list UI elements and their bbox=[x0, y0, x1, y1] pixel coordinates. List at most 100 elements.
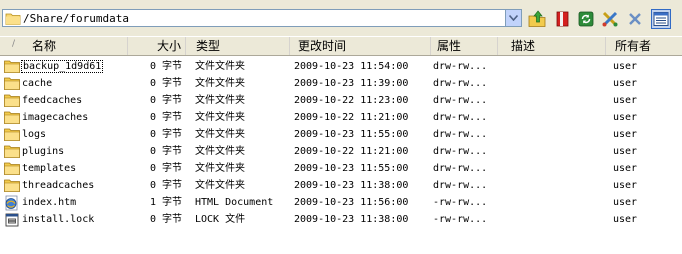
path-dropdown-button[interactable] bbox=[505, 10, 521, 26]
file-modified: 2009-10-22 11:21:00 bbox=[294, 112, 409, 123]
folder-icon bbox=[4, 59, 20, 73]
list-item[interactable]: index.htm 1 字节 HTML Document 2009-10-23 … bbox=[0, 194, 682, 211]
file-size: 1 字节 bbox=[149, 197, 182, 208]
list-item[interactable]: backup_1d9d61 0 字节 文件文件夹 2009-10-23 11:5… bbox=[0, 58, 682, 75]
file-size: 0 字节 bbox=[149, 180, 182, 191]
column-attributes[interactable]: 属性 bbox=[431, 37, 498, 55]
file-type: 文件文件夹 bbox=[195, 61, 245, 72]
list-item[interactable]: threadcaches 0 字节 文件文件夹 2009-10-23 11:38… bbox=[0, 177, 682, 194]
folder-icon bbox=[4, 161, 20, 175]
delete-icon bbox=[629, 13, 641, 25]
folder-icon bbox=[4, 93, 20, 107]
refresh-button[interactable] bbox=[576, 9, 596, 29]
file-type: 文件文件夹 bbox=[195, 146, 245, 157]
folder-icon bbox=[4, 144, 20, 158]
file-owner: user bbox=[613, 95, 638, 106]
file-modified: 2009-10-23 11:39:00 bbox=[294, 78, 409, 89]
file-owner: user bbox=[613, 146, 638, 157]
folder-icon bbox=[4, 76, 20, 90]
path-text: /Share/forumdata bbox=[23, 12, 129, 25]
file-modified: 2009-10-22 11:21:00 bbox=[294, 146, 409, 157]
file-attributes: drw-rw... bbox=[433, 61, 488, 72]
file-attributes: drw-rw... bbox=[433, 163, 488, 174]
list-item[interactable]: imagecaches 0 字节 文件文件夹 2009-10-22 11:21:… bbox=[0, 109, 682, 126]
tools-button[interactable] bbox=[600, 9, 620, 29]
column-description[interactable]: 描述 bbox=[498, 37, 606, 55]
file-type: 文件文件夹 bbox=[195, 78, 245, 89]
file-type: LOCK 文件 bbox=[195, 214, 246, 225]
file-name: feedcaches bbox=[22, 95, 83, 106]
file-modified: 2009-10-22 11:23:00 bbox=[294, 95, 409, 106]
file-type: HTML Document bbox=[195, 197, 274, 208]
file-size: 0 字节 bbox=[149, 78, 182, 89]
file-modified: 2009-10-23 11:38:00 bbox=[294, 180, 409, 191]
file-owner: user bbox=[613, 112, 638, 123]
folder-up-button[interactable] bbox=[527, 9, 547, 29]
list-item[interactable]: templates 0 字节 文件文件夹 2009-10-23 11:55:00… bbox=[0, 160, 682, 177]
file-owner: user bbox=[613, 129, 638, 140]
file-name: cache bbox=[22, 78, 53, 89]
file-size: 0 字节 bbox=[149, 61, 182, 72]
file-size: 0 字节 bbox=[149, 163, 182, 174]
file-attributes: drw-rw... bbox=[433, 129, 488, 140]
file-attributes: -rw-rw... bbox=[433, 197, 488, 208]
folder-up-icon bbox=[528, 10, 546, 27]
tools-icon bbox=[602, 11, 618, 27]
file-size: 0 字节 bbox=[149, 129, 182, 140]
file-size: 0 字节 bbox=[149, 112, 182, 123]
file-attributes: -rw-rw... bbox=[433, 214, 488, 225]
file-name: index.htm bbox=[22, 197, 77, 208]
chevron-down-icon bbox=[509, 15, 518, 21]
file-type: 文件文件夹 bbox=[195, 112, 245, 123]
view-details-button[interactable] bbox=[651, 9, 671, 29]
file-type: 文件文件夹 bbox=[195, 129, 245, 140]
file-owner: user bbox=[613, 78, 638, 89]
column-header: / 名称 大小 类型 更改时间 属性 描述 所有者 bbox=[0, 37, 682, 56]
list-item[interactable]: feedcaches 0 字节 文件文件夹 2009-10-22 11:23:0… bbox=[0, 92, 682, 109]
toolbar: /Share/forumdata bbox=[0, 0, 682, 37]
list-item[interactable]: plugins 0 字节 文件文件夹 2009-10-22 11:21:00 d… bbox=[0, 143, 682, 160]
column-type[interactable]: 类型 bbox=[186, 37, 290, 55]
file-type: 文件文件夹 bbox=[195, 163, 245, 174]
list-item[interactable]: install.lock 0 字节 LOCK 文件 2009-10-23 11:… bbox=[0, 211, 682, 228]
file-type: 文件文件夹 bbox=[195, 180, 245, 191]
file-size: 0 字节 bbox=[149, 146, 182, 157]
file-owner: user bbox=[613, 61, 638, 72]
file-modified: 2009-10-23 11:56:00 bbox=[294, 197, 409, 208]
file-owner: user bbox=[613, 214, 638, 225]
file-attributes: drw-rw... bbox=[433, 95, 488, 106]
lock-file-icon bbox=[4, 212, 20, 227]
file-owner: user bbox=[613, 180, 638, 191]
file-attributes: drw-rw... bbox=[433, 78, 488, 89]
file-size: 0 字节 bbox=[149, 95, 182, 106]
file-name: logs bbox=[22, 129, 47, 140]
path-combobox[interactable]: /Share/forumdata bbox=[2, 9, 522, 27]
file-name: plugins bbox=[22, 146, 65, 157]
file-modified: 2009-10-23 11:54:00 bbox=[294, 61, 409, 72]
refresh-icon bbox=[578, 11, 594, 27]
column-size[interactable]: 大小 bbox=[128, 37, 186, 55]
folder-icon bbox=[5, 12, 21, 28]
file-attributes: drw-rw... bbox=[433, 146, 488, 157]
folder-icon bbox=[4, 110, 20, 124]
column-modified[interactable]: 更改时间 bbox=[290, 37, 431, 55]
file-name: templates bbox=[22, 163, 77, 174]
file-size: 0 字节 bbox=[149, 214, 182, 225]
html-file-icon bbox=[4, 195, 20, 211]
delete-button[interactable] bbox=[625, 9, 645, 29]
view-details-icon bbox=[653, 12, 669, 26]
list-item[interactable]: logs 0 字节 文件文件夹 2009-10-23 11:55:00 drw-… bbox=[0, 126, 682, 143]
column-name[interactable]: 名称 bbox=[0, 37, 128, 55]
file-attributes: drw-rw... bbox=[433, 180, 488, 191]
column-owner[interactable]: 所有者 bbox=[606, 37, 682, 55]
bookmark-icon bbox=[556, 11, 569, 27]
list-item[interactable]: cache 0 字节 文件文件夹 2009-10-23 11:39:00 drw… bbox=[0, 75, 682, 92]
bookmark-button[interactable] bbox=[553, 9, 573, 29]
file-name: threadcaches bbox=[22, 180, 95, 191]
file-modified: 2009-10-23 11:38:00 bbox=[294, 214, 409, 225]
file-type: 文件文件夹 bbox=[195, 95, 245, 106]
folder-icon bbox=[4, 178, 20, 192]
file-modified: 2009-10-23 11:55:00 bbox=[294, 129, 409, 140]
file-owner: user bbox=[613, 197, 638, 208]
file-name: backup_1d9d61 bbox=[20, 60, 104, 73]
